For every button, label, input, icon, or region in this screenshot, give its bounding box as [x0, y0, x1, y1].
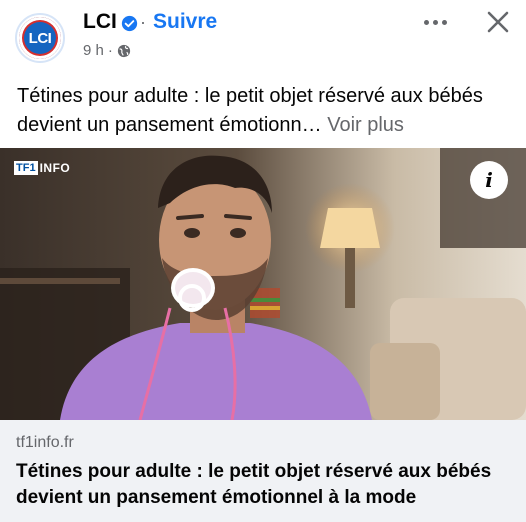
page-name[interactable]: LCI	[83, 10, 117, 34]
post-meta: 9 h ·	[83, 42, 131, 59]
meta-dot: ·	[107, 42, 113, 59]
info-icon[interactable]: i	[470, 161, 508, 199]
post-image[interactable]: TF1 INFO i	[0, 148, 526, 420]
lci-logo-icon: LCI	[19, 17, 61, 59]
verified-badge-icon	[121, 15, 138, 32]
avatar[interactable]: LCI	[15, 13, 65, 63]
more-options-icon[interactable]	[424, 12, 454, 32]
post-caption: Tétines pour adulte : le petit objet rés…	[17, 82, 513, 140]
tf1-info-watermark: TF1 INFO	[14, 161, 71, 175]
see-more-link[interactable]: Voir plus	[327, 114, 404, 136]
globe-icon	[117, 44, 130, 57]
timestamp[interactable]: 9 h	[83, 42, 104, 59]
caption-text: Tétines pour adulte : le petit objet rés…	[17, 85, 483, 136]
link-domain: tf1info.fr	[16, 434, 74, 451]
close-icon[interactable]	[484, 8, 512, 36]
link-preview-card[interactable]: tf1info.fr Tétines pour adulte : le peti…	[0, 420, 526, 522]
follow-button[interactable]: Suivre	[153, 10, 217, 34]
link-title: Tétines pour adulte : le petit objet rés…	[16, 461, 492, 508]
video-frame-photo	[0, 148, 526, 420]
separator-dot: ·	[140, 12, 146, 32]
post-header: LCI LCI · Suivre 9 h ·	[0, 0, 526, 78]
